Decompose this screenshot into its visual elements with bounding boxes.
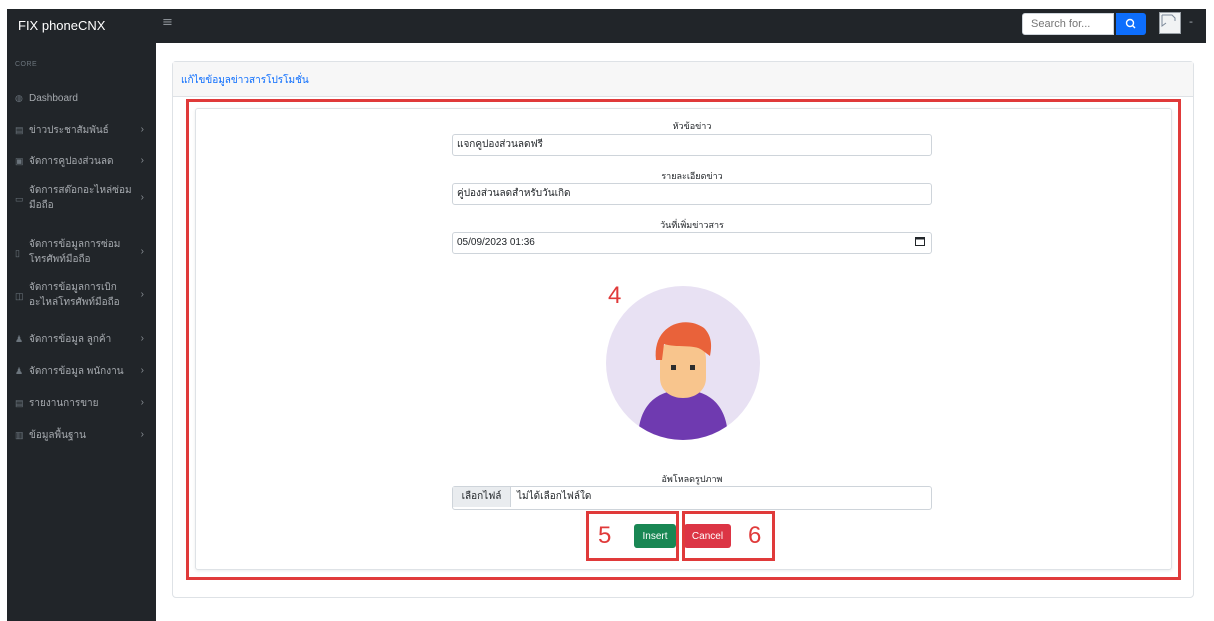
user-avatar[interactable] [1159, 12, 1181, 34]
annotation-form-box [186, 99, 1181, 580]
news-icon: ▤ [15, 125, 24, 135]
user-icon: ♟ [15, 366, 24, 376]
sidebar-item-withdraw[interactable]: ◫ จัดการข้อมูลการเบิกอะไหล่โทรศัพท์มือถื… [7, 280, 156, 312]
search-icon [1125, 18, 1136, 29]
chevron-right-icon: › [140, 155, 144, 166]
card-header: แก้ไขข้อมูลข่าวสารโปรโมชั่น [173, 62, 1193, 97]
annotation-number-4: 4 [608, 282, 622, 309]
broken-image-icon [1161, 14, 1176, 27]
chevron-right-icon: › [140, 289, 144, 300]
sidebar-item-coupon[interactable]: ▣ จัดการคูปองส่วนลด › [7, 154, 156, 170]
sidebar: CORE ◍ Dashboard ▤ ข่าวประชาสัมพันธ์ › ▣… [7, 43, 156, 621]
search-button[interactable] [1116, 13, 1146, 35]
dashboard-icon: ◍ [15, 93, 23, 103]
brand-logo[interactable]: FIX phoneCNX [18, 9, 105, 43]
chevron-right-icon: › [140, 246, 144, 257]
sidebar-heading-core: CORE [15, 61, 38, 68]
page-title[interactable]: แก้ไขข้อมูลข่าวสารโปรโมชั่น [181, 73, 309, 88]
sidebar-item-news[interactable]: ▤ ข่าวประชาสัมพันธ์ › [7, 123, 156, 139]
database-icon: ▥ [15, 430, 24, 440]
sidebar-item-employees[interactable]: ♟ จัดการข้อมูล พนักงาน › [7, 364, 156, 380]
coupon-icon: ▣ [15, 156, 24, 166]
box-icon: ▭ [15, 194, 24, 204]
sidebar-item-sales-report[interactable]: ▤ รายงานการขาย › [7, 396, 156, 412]
user-icon: ♟ [15, 334, 24, 344]
chevron-right-icon: › [140, 333, 144, 344]
chevron-right-icon: › [140, 397, 144, 408]
chevron-right-icon: › [140, 192, 144, 203]
user-dropdown-caret[interactable]: - [1189, 15, 1193, 28]
chevron-right-icon: › [140, 365, 144, 376]
top-navbar: FIX phoneCNX ≡ - [7, 9, 1206, 43]
table-icon: ◫ [15, 291, 24, 301]
sidebar-item-repair[interactable]: ▯ จัดการข้อมูลการซ่อมโทรศัพท์มือถือ › [7, 237, 156, 269]
annotation-number-5: 5 [598, 522, 612, 549]
sidebar-item-customers[interactable]: ♟ จัดการข้อมูล ลูกค้า › [7, 332, 156, 348]
chevron-right-icon: › [140, 429, 144, 440]
annotation-number-6: 6 [748, 522, 762, 549]
sidebar-item-master-data[interactable]: ▥ ข้อมูลพื้นฐาน › [7, 428, 156, 444]
chevron-right-icon: › [140, 124, 144, 135]
sidebar-item-dashboard[interactable]: ◍ Dashboard [7, 91, 156, 107]
phone-icon: ▯ [15, 248, 20, 258]
search-input[interactable] [1022, 13, 1114, 35]
sidebar-toggle-icon[interactable]: ≡ [162, 15, 173, 30]
sidebar-item-stock[interactable]: ▭ จัดการสต๊อกอะไหล่ซ่อมมือถือ › [7, 183, 156, 215]
report-icon: ▤ [15, 398, 24, 408]
